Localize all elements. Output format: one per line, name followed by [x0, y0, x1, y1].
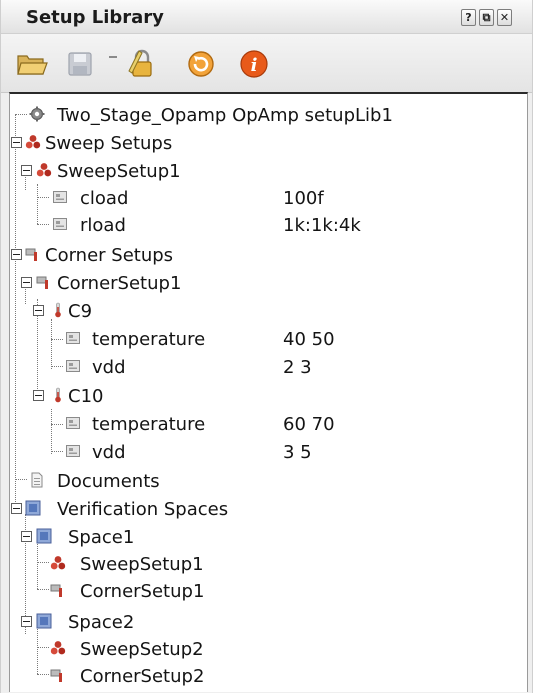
open-folder-icon[interactable]	[15, 47, 49, 81]
collapse-toggle[interactable]	[11, 249, 22, 260]
tree-item-space2[interactable]: Space2	[10, 607, 527, 635]
toolbar-separator	[109, 56, 117, 58]
variable-value[interactable]: 40 50	[283, 329, 335, 350]
collapse-toggle[interactable]	[11, 137, 22, 148]
collapse-toggle[interactable]	[11, 503, 22, 514]
variable-icon	[53, 191, 67, 203]
tree-item-space1-sweep[interactable]: SweepSetup1	[10, 549, 527, 577]
sweep-setups-icon	[25, 135, 41, 149]
tree-item-corner-setups[interactable]: Corner Setups	[10, 240, 527, 268]
collapse-toggle[interactable]	[21, 165, 32, 176]
variable-icon	[53, 218, 67, 230]
variable-name: temperature	[92, 329, 206, 350]
tree-item-label: C10	[68, 386, 104, 407]
thermometer-icon	[55, 387, 61, 403]
tree-item-verification-spaces[interactable]: Verification Spaces	[10, 494, 527, 522]
variable-name: vdd	[92, 442, 126, 463]
tree-item-space1[interactable]: Space1	[10, 522, 527, 550]
sweep-setup-icon	[50, 641, 66, 655]
tree-item-label: CornerSetup1	[57, 273, 182, 294]
variable-name: temperature	[92, 414, 206, 435]
tree-item-label: C9	[68, 301, 93, 322]
tree-item-space1-corner[interactable]: CornerSetup1	[10, 576, 527, 604]
tree-item-corner-c10[interactable]: C10	[10, 381, 527, 409]
refresh-icon[interactable]	[184, 47, 218, 81]
variable-name: vdd	[92, 357, 126, 378]
tree-item-space2-corner[interactable]: CornerSetup2	[10, 661, 527, 689]
gear-icon	[29, 106, 45, 122]
help-button[interactable]: ?	[461, 9, 476, 26]
tree-item-c10-vdd[interactable]: vdd 3 5	[10, 437, 527, 465]
variable-value[interactable]: 3 5	[283, 442, 312, 463]
toolbar: i	[1, 34, 532, 93]
document-icon	[31, 472, 43, 488]
tree-item-label: Verification Spaces	[57, 499, 229, 520]
variable-name: rload	[80, 215, 126, 236]
tree-item-label: Sweep Setups	[45, 133, 173, 154]
tree-item-cload[interactable]: cload 100f	[10, 183, 527, 211]
setup-library-panel: Setup Library ? ⧉ ✕ i Two_Stage_Opamp Op…	[0, 0, 533, 693]
setup-tree[interactable]: Two_Stage_Opamp OpAmp setupLib1 Sweep Se…	[9, 92, 528, 692]
tree-item-rload[interactable]: rload 1k:1k:4k	[10, 210, 527, 238]
variable-icon	[66, 445, 80, 457]
tree-item-sweep-setup1[interactable]: SweepSetup1	[10, 156, 527, 184]
tree-item-label: Two_Stage_Opamp OpAmp setupLib1	[57, 105, 393, 126]
tree-item-space2-sweep[interactable]: SweepSetup2	[10, 634, 527, 662]
tree-item-label: SweepSetup2	[80, 639, 204, 660]
variable-icon	[66, 360, 80, 372]
tree-item-label: Space2	[68, 612, 135, 633]
tree-item-documents[interactable]: Documents	[10, 466, 527, 494]
tree-item-label: SweepSetup1	[80, 554, 204, 575]
tree-item-label: Documents	[57, 471, 160, 492]
collapse-toggle[interactable]	[21, 616, 32, 627]
tree-item-corner-setup1[interactable]: CornerSetup1	[10, 268, 527, 296]
panel-title: Setup Library	[26, 7, 164, 28]
tree-item-sweep-setups[interactable]: Sweep Setups	[10, 128, 527, 156]
collapse-toggle[interactable]	[33, 305, 44, 316]
tree-item-c9-temperature[interactable]: temperature 40 50	[10, 324, 527, 352]
space-icon	[36, 613, 52, 629]
variable-value[interactable]: 100f	[283, 188, 324, 209]
corner-setups-icon	[25, 248, 37, 261]
corner-setup-icon	[50, 584, 62, 597]
variable-name: cload	[80, 188, 129, 209]
info-icon[interactable]: i	[237, 47, 271, 81]
tree-item-c10-temperature[interactable]: temperature 60 70	[10, 409, 527, 437]
variable-icon	[66, 417, 80, 429]
corner-setup-icon	[36, 276, 48, 289]
collapse-toggle[interactable]	[21, 531, 32, 542]
close-button[interactable]: ✕	[497, 9, 512, 26]
float-button[interactable]: ⧉	[479, 9, 494, 26]
tree-item-root[interactable]: Two_Stage_Opamp OpAmp setupLib1	[10, 100, 527, 128]
variable-value[interactable]: 1k:1k:4k	[283, 215, 361, 236]
lock-edit-icon[interactable]	[125, 47, 159, 81]
tree-item-label: CornerSetup2	[80, 666, 205, 687]
variable-icon	[66, 332, 80, 344]
tree-item-label: Space1	[68, 527, 135, 548]
title-bar: Setup Library ? ⧉ ✕	[1, 0, 532, 34]
sweep-setup-icon	[50, 556, 66, 570]
space-icon	[36, 528, 52, 544]
info-glyph: i	[251, 55, 258, 76]
variable-value[interactable]: 60 70	[283, 414, 335, 435]
thermometer-icon	[55, 302, 61, 318]
collapse-toggle[interactable]	[33, 390, 44, 401]
collapse-toggle[interactable]	[21, 277, 32, 288]
tree-item-corner-c9[interactable]: C9	[10, 296, 527, 324]
tree-item-label: Corner Setups	[45, 245, 174, 266]
tree-item-label: SweepSetup1	[57, 161, 181, 182]
tree-item-c9-vdd[interactable]: vdd 2 3	[10, 352, 527, 380]
verification-spaces-icon	[25, 500, 41, 516]
sweep-setup-icon	[36, 163, 52, 177]
tree-item-label: CornerSetup1	[80, 581, 205, 602]
corner-setup-icon	[50, 669, 62, 682]
variable-value[interactable]: 2 3	[283, 357, 312, 378]
save-disk-icon[interactable]	[63, 47, 97, 81]
